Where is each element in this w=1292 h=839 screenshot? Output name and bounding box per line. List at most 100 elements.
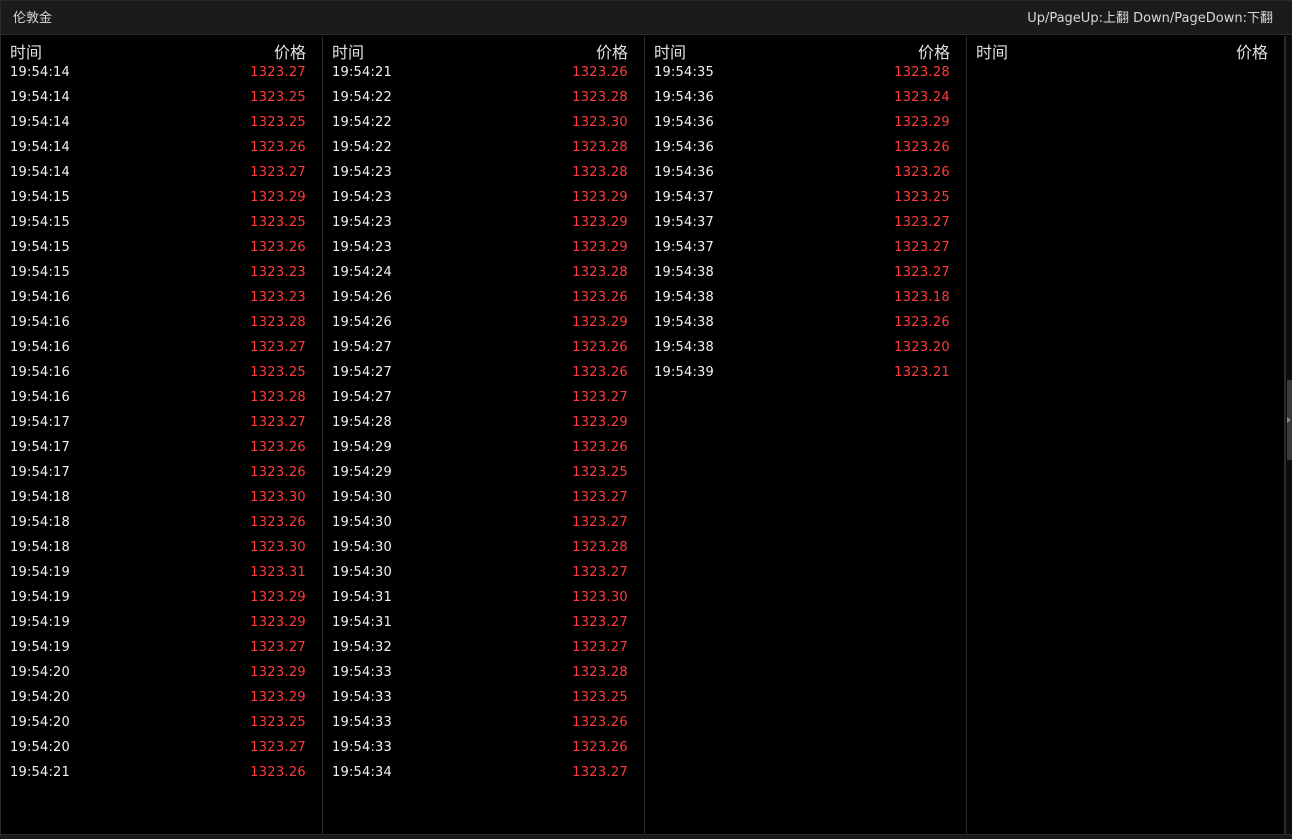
- tick-row: 19:54:20 1323.27: [1, 736, 322, 761]
- time-header: 时间: [10, 43, 43, 62]
- tick-time: 19:54:20: [10, 690, 70, 705]
- tick-column-3: 时间 价格 19:54:35 1323.28 19:54:36 1323.24 19:5…: [645, 36, 967, 834]
- tick-row: 19:54:32 1323.27: [323, 636, 644, 661]
- price-header: 价格: [1235, 43, 1268, 62]
- tick-price: 1323.27: [572, 565, 628, 580]
- tick-price: 1323.29: [572, 315, 628, 330]
- tick-price: 1323.27: [572, 765, 628, 780]
- tick-time: 19:54:30: [332, 565, 392, 580]
- tick-time: 19:54:28: [332, 415, 392, 430]
- tick-time: 19:54:38: [654, 315, 714, 330]
- tick-time: 19:54:14: [10, 165, 70, 180]
- tick-row: 19:54:16 1323.25: [1, 361, 322, 386]
- tick-time: 19:54:22: [332, 140, 392, 155]
- tick-row: 19:54:33 1323.28: [323, 661, 644, 686]
- time-header: 时间: [332, 43, 365, 62]
- tick-price: 1323.25: [250, 115, 306, 130]
- tick-time: 19:54:18: [10, 515, 70, 530]
- tick-time: 19:54:19: [10, 615, 70, 630]
- tick-row: 19:54:33 1323.26: [323, 736, 644, 761]
- vertical-scrollbar[interactable]: [1285, 36, 1292, 834]
- tick-price: 1323.28: [572, 90, 628, 105]
- tick-price: 1323.20: [894, 340, 950, 355]
- tick-row: 19:54:17 1323.27: [1, 411, 322, 436]
- tick-row: 19:54:23 1323.28: [323, 161, 644, 186]
- tick-row: 19:54:14 1323.27: [1, 61, 322, 86]
- tick-row: 19:54:38 1323.27: [645, 261, 966, 286]
- tick-row: 19:54:27 1323.26: [323, 336, 644, 361]
- tick-row: 19:54:16 1323.27: [1, 336, 322, 361]
- tick-time: 19:54:33: [332, 740, 392, 755]
- tick-time: 19:54:21: [10, 765, 70, 780]
- tick-time: 19:54:19: [10, 565, 70, 580]
- tick-price: 1323.26: [250, 240, 306, 255]
- tick-price: 1323.26: [572, 715, 628, 730]
- window-title: 伦敦金: [13, 11, 53, 26]
- tick-row: 19:54:14 1323.26: [1, 136, 322, 161]
- tick-row: 19:54:26 1323.26: [323, 286, 644, 311]
- tick-price: 1323.29: [250, 190, 306, 205]
- tick-price: 1323.21: [894, 365, 950, 380]
- tick-time: 19:54:38: [654, 340, 714, 355]
- tick-price: 1323.25: [250, 715, 306, 730]
- tick-price: 1323.30: [572, 115, 628, 130]
- tick-row: 19:54:39 1323.21: [645, 361, 966, 386]
- tick-price: 1323.26: [572, 365, 628, 380]
- price-header: 价格: [273, 43, 306, 62]
- paging-hint: Up/PageUp:上翻 Down/PageDown:下翻: [1027, 11, 1273, 26]
- tick-price: 1323.29: [572, 190, 628, 205]
- tick-row: 19:54:18 1323.30: [1, 536, 322, 561]
- tick-time: 19:54:38: [654, 265, 714, 280]
- tick-row: 19:54:38 1323.26: [645, 311, 966, 336]
- tick-column-2: 时间 价格 19:54:21 1323.26 19:54:22 1323.28 19:5…: [323, 36, 645, 834]
- tick-time: 19:54:14: [10, 90, 70, 105]
- tick-price: 1323.27: [572, 640, 628, 655]
- tick-price: 1323.25: [894, 190, 950, 205]
- tick-time: 19:54:15: [10, 215, 70, 230]
- tick-price: 1323.18: [894, 290, 950, 305]
- tick-time: 19:54:36: [654, 90, 714, 105]
- tick-price: 1323.30: [250, 540, 306, 555]
- tick-price: 1323.26: [894, 140, 950, 155]
- tick-row: 19:54:36 1323.26: [645, 161, 966, 186]
- tick-price: 1323.25: [250, 215, 306, 230]
- tick-price: 1323.29: [894, 115, 950, 130]
- tick-time: 19:54:33: [332, 690, 392, 705]
- tick-price: 1323.29: [572, 240, 628, 255]
- tick-row: 19:54:34 1323.27: [323, 761, 644, 786]
- tick-row: 19:54:31 1323.27: [323, 611, 644, 636]
- tick-time: 19:54:23: [332, 240, 392, 255]
- tick-row: 19:54:22 1323.30: [323, 111, 644, 136]
- tick-window: 伦敦金 Up/PageUp:上翻 Down/PageDown:下翻 时间 价格 …: [0, 0, 1292, 839]
- tick-row: 19:54:19 1323.29: [1, 611, 322, 636]
- tick-price: 1323.26: [894, 315, 950, 330]
- tick-price: 1323.25: [572, 465, 628, 480]
- tick-price: 1323.28: [572, 140, 628, 155]
- tick-price: 1323.27: [250, 65, 306, 80]
- status-bar: [1, 834, 1292, 839]
- tick-time: 19:54:29: [332, 465, 392, 480]
- expand-arrow-icon[interactable]: [1287, 417, 1291, 423]
- tick-row: 19:54:38 1323.18: [645, 286, 966, 311]
- tick-row: 19:54:33 1323.25: [323, 686, 644, 711]
- tick-price: 1323.27: [572, 515, 628, 530]
- tick-price: 1323.27: [572, 615, 628, 630]
- tick-price: 1323.28: [250, 390, 306, 405]
- tick-row: 19:54:37 1323.25: [645, 186, 966, 211]
- tick-columns: 时间 价格 19:54:14 1323.27 19:54:14 1323.25 19:5…: [1, 36, 1285, 834]
- tick-time: 19:54:27: [332, 340, 392, 355]
- tick-column-4: 时间 价格: [967, 36, 1285, 834]
- tick-time: 19:54:27: [332, 390, 392, 405]
- tick-price: 1323.28: [894, 65, 950, 80]
- tick-row: 19:54:16 1323.28: [1, 311, 322, 336]
- tick-time: 19:54:21: [332, 65, 392, 80]
- tick-time: 19:54:26: [332, 290, 392, 305]
- tick-time: 19:54:23: [332, 215, 392, 230]
- tick-price: 1323.30: [572, 590, 628, 605]
- tick-price: 1323.29: [572, 215, 628, 230]
- tick-row: 19:54:23 1323.29: [323, 186, 644, 211]
- tick-time: 19:54:16: [10, 290, 70, 305]
- tick-row: 19:54:26 1323.29: [323, 311, 644, 336]
- tick-time: 19:54:20: [10, 665, 70, 680]
- tick-time: 19:54:26: [332, 315, 392, 330]
